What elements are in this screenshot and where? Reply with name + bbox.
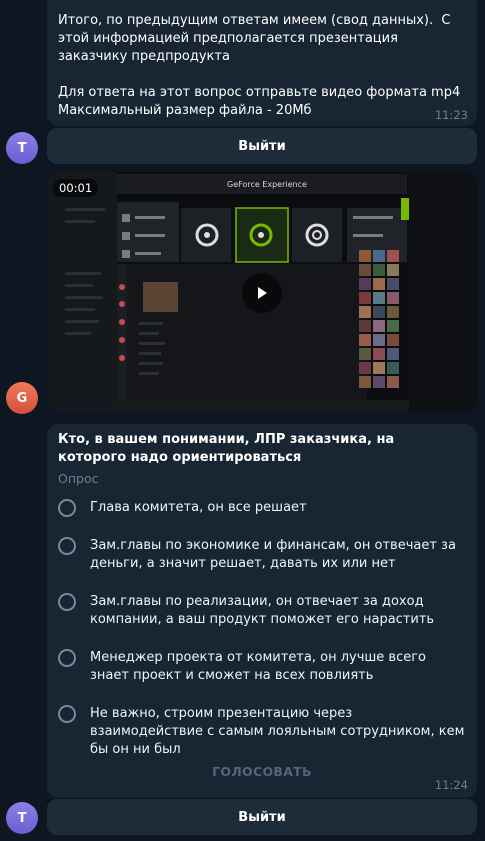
video-app-title: GeForce Experience [227, 180, 307, 189]
message-time: 11:24 [434, 778, 468, 792]
avatar[interactable]: T [6, 132, 38, 164]
exit-button[interactable]: Выйти [47, 128, 477, 164]
poll-option[interactable]: Глава комитета, он все решает [58, 499, 468, 517]
message-bubble: Итого, по предыдущим ответам имеем (свод… [47, 0, 477, 126]
poll-option[interactable]: Не важно, строим презентацию через взаим… [58, 705, 468, 759]
poll-option-label: Глава комитета, он все решает [90, 500, 307, 515]
poll-message: Кто, в вашем понимании, ЛПР заказчика, н… [47, 424, 477, 798]
radio-icon[interactable] [58, 593, 76, 611]
poll-question: Кто, в вашем понимании, ЛПР заказчика, н… [58, 432, 395, 465]
video-message[interactable]: GeForce Experience 00:01 [47, 172, 477, 412]
poll-option-label: Зам.главы по реализации, он отвечает за … [90, 594, 435, 627]
radio-icon[interactable] [58, 649, 76, 667]
avatar[interactable]: G [6, 382, 38, 414]
video-duration: 00:01 [53, 179, 99, 197]
avatar[interactable]: T [6, 802, 38, 834]
poll-option-label: Не важно, строим презентацию через взаим… [90, 706, 465, 757]
message-text: Итого, по предыдущим ответам имеем (свод… [58, 13, 461, 118]
radio-icon[interactable] [58, 705, 76, 723]
poll-option-label: Менеджер проекта от комитета, он лучше в… [90, 650, 427, 683]
poll-option[interactable]: Менеджер проекта от комитета, он лучше в… [58, 649, 468, 685]
message-time: 11:23 [434, 108, 468, 122]
poll-option[interactable]: Зам.главы по экономике и финансам, он от… [58, 537, 468, 573]
poll-option[interactable]: Зам.главы по реализации, он отвечает за … [58, 593, 468, 629]
radio-icon[interactable] [58, 499, 76, 517]
play-button[interactable] [242, 273, 282, 313]
vote-button[interactable]: ГОЛОСОВАТЬ [47, 764, 477, 779]
radio-icon[interactable] [58, 537, 76, 555]
play-icon [258, 287, 267, 299]
poll-type-label: Опрос [58, 471, 99, 486]
exit-button[interactable]: Выйти [47, 799, 477, 835]
poll-option-label: Зам.главы по экономике и финансам, он от… [90, 538, 456, 571]
